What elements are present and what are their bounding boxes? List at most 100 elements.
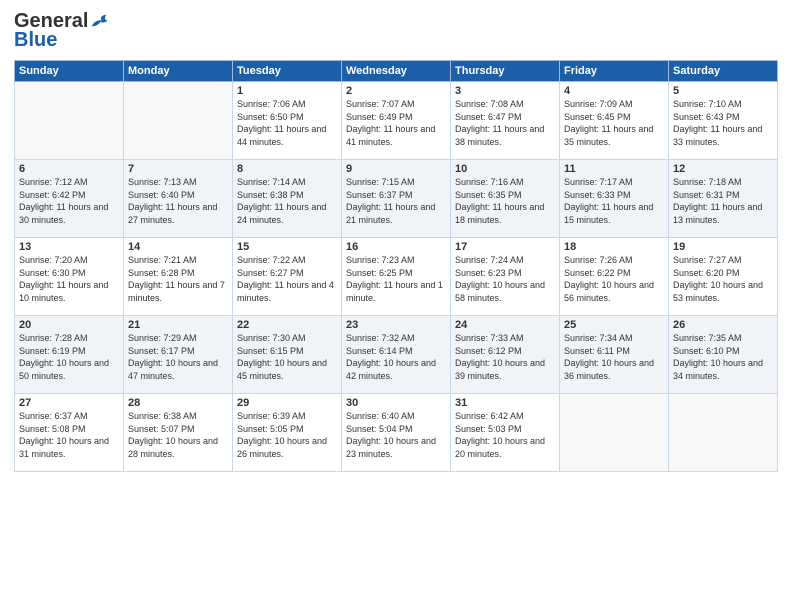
day-content: Sunrise: 7:28 AM Sunset: 6:19 PM Dayligh… (19, 332, 119, 382)
day-content: Sunrise: 6:37 AM Sunset: 5:08 PM Dayligh… (19, 410, 119, 460)
calendar-cell: 13Sunrise: 7:20 AM Sunset: 6:30 PM Dayli… (15, 238, 124, 316)
calendar-cell: 23Sunrise: 7:32 AM Sunset: 6:14 PM Dayli… (342, 316, 451, 394)
weekday-header: Wednesday (342, 61, 451, 82)
day-content: Sunrise: 7:21 AM Sunset: 6:28 PM Dayligh… (128, 254, 228, 304)
day-content: Sunrise: 6:40 AM Sunset: 5:04 PM Dayligh… (346, 410, 446, 460)
day-number: 5 (673, 85, 773, 97)
day-number: 6 (19, 163, 119, 175)
calendar-cell (124, 82, 233, 160)
day-content: Sunrise: 7:06 AM Sunset: 6:50 PM Dayligh… (237, 98, 337, 148)
day-content: Sunrise: 7:24 AM Sunset: 6:23 PM Dayligh… (455, 254, 555, 304)
day-number: 15 (237, 241, 337, 253)
day-content: Sunrise: 6:38 AM Sunset: 5:07 PM Dayligh… (128, 410, 228, 460)
calendar-cell: 26Sunrise: 7:35 AM Sunset: 6:10 PM Dayli… (669, 316, 778, 394)
day-number: 22 (237, 319, 337, 331)
day-number: 25 (564, 319, 664, 331)
day-number: 31 (455, 397, 555, 409)
day-number: 9 (346, 163, 446, 175)
weekday-header: Friday (560, 61, 669, 82)
day-number: 2 (346, 85, 446, 97)
calendar-cell: 20Sunrise: 7:28 AM Sunset: 6:19 PM Dayli… (15, 316, 124, 394)
day-number: 23 (346, 319, 446, 331)
calendar-cell: 3Sunrise: 7:08 AM Sunset: 6:47 PM Daylig… (451, 82, 560, 160)
day-content: Sunrise: 7:35 AM Sunset: 6:10 PM Dayligh… (673, 332, 773, 382)
calendar-table: SundayMondayTuesdayWednesdayThursdayFrid… (14, 60, 778, 472)
calendar-cell: 1Sunrise: 7:06 AM Sunset: 6:50 PM Daylig… (233, 82, 342, 160)
day-content: Sunrise: 7:30 AM Sunset: 6:15 PM Dayligh… (237, 332, 337, 382)
calendar-cell: 12Sunrise: 7:18 AM Sunset: 6:31 PM Dayli… (669, 160, 778, 238)
day-content: Sunrise: 7:16 AM Sunset: 6:35 PM Dayligh… (455, 176, 555, 226)
calendar-cell: 2Sunrise: 7:07 AM Sunset: 6:49 PM Daylig… (342, 82, 451, 160)
calendar-cell: 28Sunrise: 6:38 AM Sunset: 5:07 PM Dayli… (124, 394, 233, 472)
day-number: 30 (346, 397, 446, 409)
calendar-cell: 25Sunrise: 7:34 AM Sunset: 6:11 PM Dayli… (560, 316, 669, 394)
day-number: 7 (128, 163, 228, 175)
day-number: 11 (564, 163, 664, 175)
day-content: Sunrise: 7:10 AM Sunset: 6:43 PM Dayligh… (673, 98, 773, 148)
day-number: 1 (237, 85, 337, 97)
calendar-week-row: 20Sunrise: 7:28 AM Sunset: 6:19 PM Dayli… (15, 316, 778, 394)
calendar-cell: 7Sunrise: 7:13 AM Sunset: 6:40 PM Daylig… (124, 160, 233, 238)
calendar-cell (15, 82, 124, 160)
day-number: 10 (455, 163, 555, 175)
day-number: 18 (564, 241, 664, 253)
day-number: 8 (237, 163, 337, 175)
day-content: Sunrise: 7:18 AM Sunset: 6:31 PM Dayligh… (673, 176, 773, 226)
day-content: Sunrise: 7:20 AM Sunset: 6:30 PM Dayligh… (19, 254, 119, 304)
day-content: Sunrise: 7:12 AM Sunset: 6:42 PM Dayligh… (19, 176, 119, 226)
calendar-cell: 14Sunrise: 7:21 AM Sunset: 6:28 PM Dayli… (124, 238, 233, 316)
day-content: Sunrise: 7:27 AM Sunset: 6:20 PM Dayligh… (673, 254, 773, 304)
day-content: Sunrise: 7:14 AM Sunset: 6:38 PM Dayligh… (237, 176, 337, 226)
calendar-cell: 5Sunrise: 7:10 AM Sunset: 6:43 PM Daylig… (669, 82, 778, 160)
calendar-cell: 6Sunrise: 7:12 AM Sunset: 6:42 PM Daylig… (15, 160, 124, 238)
page-header: General Blue (14, 10, 778, 52)
weekday-header: Sunday (15, 61, 124, 82)
logo: General Blue (14, 10, 112, 52)
day-number: 4 (564, 85, 664, 97)
day-content: Sunrise: 7:17 AM Sunset: 6:33 PM Dayligh… (564, 176, 664, 226)
calendar-week-row: 1Sunrise: 7:06 AM Sunset: 6:50 PM Daylig… (15, 82, 778, 160)
day-content: Sunrise: 7:29 AM Sunset: 6:17 PM Dayligh… (128, 332, 228, 382)
calendar-cell: 16Sunrise: 7:23 AM Sunset: 6:25 PM Dayli… (342, 238, 451, 316)
day-content: Sunrise: 7:32 AM Sunset: 6:14 PM Dayligh… (346, 332, 446, 382)
day-number: 29 (237, 397, 337, 409)
day-content: Sunrise: 6:42 AM Sunset: 5:03 PM Dayligh… (455, 410, 555, 460)
day-number: 26 (673, 319, 773, 331)
logo-bird-icon (90, 11, 112, 33)
calendar-week-row: 6Sunrise: 7:12 AM Sunset: 6:42 PM Daylig… (15, 160, 778, 238)
day-number: 12 (673, 163, 773, 175)
calendar-cell: 31Sunrise: 6:42 AM Sunset: 5:03 PM Dayli… (451, 394, 560, 472)
calendar-cell: 24Sunrise: 7:33 AM Sunset: 6:12 PM Dayli… (451, 316, 560, 394)
day-number: 28 (128, 397, 228, 409)
calendar-cell: 21Sunrise: 7:29 AM Sunset: 6:17 PM Dayli… (124, 316, 233, 394)
weekday-header: Monday (124, 61, 233, 82)
calendar-cell: 11Sunrise: 7:17 AM Sunset: 6:33 PM Dayli… (560, 160, 669, 238)
calendar-cell: 30Sunrise: 6:40 AM Sunset: 5:04 PM Dayli… (342, 394, 451, 472)
calendar-cell (669, 394, 778, 472)
day-content: Sunrise: 6:39 AM Sunset: 5:05 PM Dayligh… (237, 410, 337, 460)
day-number: 24 (455, 319, 555, 331)
calendar-cell (560, 394, 669, 472)
calendar-cell: 10Sunrise: 7:16 AM Sunset: 6:35 PM Dayli… (451, 160, 560, 238)
calendar-cell: 22Sunrise: 7:30 AM Sunset: 6:15 PM Dayli… (233, 316, 342, 394)
calendar-cell: 15Sunrise: 7:22 AM Sunset: 6:27 PM Dayli… (233, 238, 342, 316)
day-content: Sunrise: 7:33 AM Sunset: 6:12 PM Dayligh… (455, 332, 555, 382)
calendar-cell: 4Sunrise: 7:09 AM Sunset: 6:45 PM Daylig… (560, 82, 669, 160)
calendar-week-row: 13Sunrise: 7:20 AM Sunset: 6:30 PM Dayli… (15, 238, 778, 316)
calendar-cell: 8Sunrise: 7:14 AM Sunset: 6:38 PM Daylig… (233, 160, 342, 238)
day-content: Sunrise: 7:13 AM Sunset: 6:40 PM Dayligh… (128, 176, 228, 226)
day-number: 17 (455, 241, 555, 253)
day-number: 19 (673, 241, 773, 253)
day-content: Sunrise: 7:26 AM Sunset: 6:22 PM Dayligh… (564, 254, 664, 304)
day-number: 3 (455, 85, 555, 97)
calendar-page: General Blue SundayMondayTuesdayWednesda… (0, 0, 792, 612)
day-number: 27 (19, 397, 119, 409)
day-content: Sunrise: 7:09 AM Sunset: 6:45 PM Dayligh… (564, 98, 664, 148)
weekday-header: Tuesday (233, 61, 342, 82)
calendar-week-row: 27Sunrise: 6:37 AM Sunset: 5:08 PM Dayli… (15, 394, 778, 472)
weekday-header: Thursday (451, 61, 560, 82)
header-row: SundayMondayTuesdayWednesdayThursdayFrid… (15, 61, 778, 82)
day-number: 13 (19, 241, 119, 253)
day-number: 20 (19, 319, 119, 331)
day-content: Sunrise: 7:22 AM Sunset: 6:27 PM Dayligh… (237, 254, 337, 304)
